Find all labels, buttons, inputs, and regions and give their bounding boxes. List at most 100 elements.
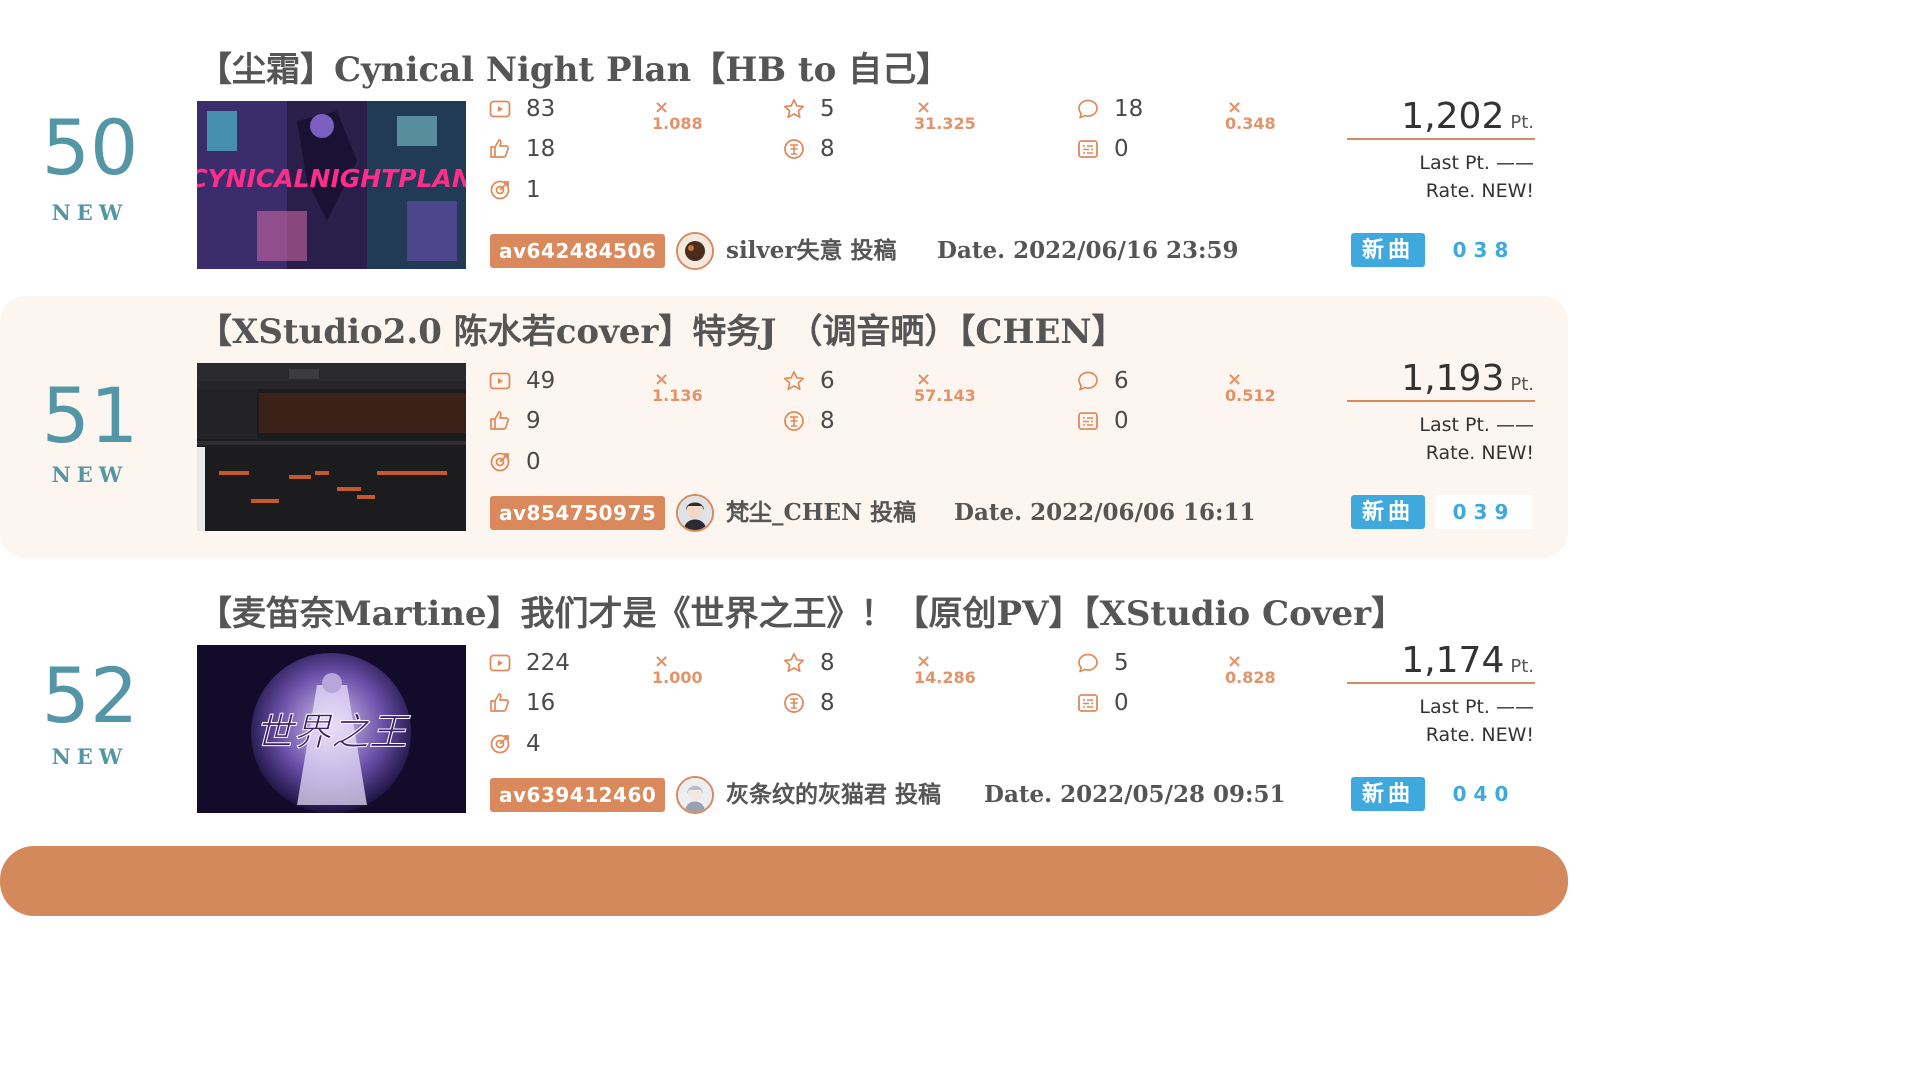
upload-date: Date. 2022/06/16 23:59 <box>937 237 1239 264</box>
comment-icon <box>1076 651 1100 675</box>
uploader-name[interactable]: 梵尘_CHEN 投稿 <box>726 496 916 530</box>
video-thumbnail[interactable] <box>197 363 466 531</box>
video-thumbnail[interactable]: 世界之王 <box>197 645 466 813</box>
shares-value: 1 <box>526 177 541 203</box>
danmaku-value: 0 <box>1114 690 1129 716</box>
coin-icon <box>782 409 806 433</box>
views-value: 83 <box>526 96 556 122</box>
share-icon <box>488 732 512 756</box>
views-stat: 83 <box>488 94 555 124</box>
rank-number: 50 <box>41 103 139 192</box>
shares-stat: 0 <box>488 447 541 477</box>
rank-number: 51 <box>41 371 139 460</box>
favorites-value: 6 <box>820 368 835 394</box>
star-icon <box>782 97 806 121</box>
favorite-multiplier: × 14.286 <box>914 651 976 687</box>
rank-status: NEW <box>51 200 129 225</box>
favorites-stat: 5 <box>782 94 835 124</box>
coin-icon <box>782 137 806 161</box>
share-icon <box>488 178 512 202</box>
points-divider <box>1347 138 1535 140</box>
favorites-stat: 8 <box>782 648 835 678</box>
av-id-tag[interactable]: av639412460 <box>490 778 666 812</box>
new-song-badge: 新曲 <box>1351 495 1425 529</box>
coins-value: 8 <box>820 408 835 434</box>
danmaku-stat: 0 <box>1076 134 1129 164</box>
danmaku-value: 0 <box>1114 408 1129 434</box>
share-icon <box>488 450 512 474</box>
av-id-tag[interactable]: av854750975 <box>490 496 666 530</box>
comments-value: 18 <box>1114 96 1144 122</box>
video-thumbnail[interactable]: CYNICALNIGHTPLAN <box>197 101 466 269</box>
comment-multiplier: × 0.512 <box>1225 369 1276 405</box>
likes-stat: 16 <box>488 688 555 718</box>
points-divider <box>1347 400 1535 402</box>
uploader-avatar[interactable] <box>676 232 714 270</box>
coins-stat: 8 <box>782 134 835 164</box>
favorites-value: 5 <box>820 96 835 122</box>
last-points: Last Pt. —— <box>1419 152 1534 174</box>
comments-value: 5 <box>1114 650 1129 676</box>
favorites-value: 8 <box>820 650 835 676</box>
points-total: 1,193 Pt. <box>1401 358 1534 399</box>
shares-stat: 1 <box>488 175 541 205</box>
play-icon <box>488 651 512 675</box>
comment-icon <box>1076 369 1100 393</box>
thumbnail-text: 世界之王 <box>255 710 411 754</box>
av-id-tag[interactable]: av642484506 <box>490 234 666 268</box>
song-index: 040 <box>1436 777 1532 811</box>
favorite-multiplier: × 31.325 <box>914 97 976 133</box>
thumbnail-text: CYNICALNIGHTPLAN <box>197 164 466 193</box>
coins-stat: 8 <box>782 688 835 718</box>
last-points: Last Pt. —— <box>1419 696 1534 718</box>
song-index: 039 <box>1436 495 1532 529</box>
comments-stat: 6 <box>1076 366 1129 396</box>
video-title[interactable]: 【尘霜】Cynical Night Plan【HB to 自己】 <box>198 48 950 92</box>
uploader-name[interactable]: silver失意 投稿 <box>726 234 897 268</box>
last-points: Last Pt. —— <box>1419 414 1534 436</box>
danmaku-icon <box>1076 691 1100 715</box>
comments-stat: 18 <box>1076 94 1143 124</box>
thumbs-up-icon <box>488 409 512 433</box>
uploader-avatar[interactable] <box>676 776 714 814</box>
play-icon <box>488 369 512 393</box>
uploader-name[interactable]: 灰条纹的灰猫君 投稿 <box>726 778 941 812</box>
ranking-entry: 50 NEW 【尘霜】Cynical Night Plan【HB to 自己】 … <box>0 10 1568 272</box>
points-total: 1,202 Pt. <box>1401 96 1534 137</box>
views-value: 49 <box>526 368 556 394</box>
upload-date: Date. 2022/05/28 09:51 <box>984 781 1286 808</box>
coins-value: 8 <box>820 136 835 162</box>
star-icon <box>782 369 806 393</box>
coins-stat: 8 <box>782 406 835 436</box>
footer-bar <box>0 846 1568 916</box>
likes-stat: 9 <box>488 406 541 436</box>
video-title[interactable]: 【XStudio2.0 陈水若cover】特务J （调音晒）【CHEN】 <box>198 310 1126 354</box>
danmaku-stat: 0 <box>1076 688 1129 718</box>
uploader-avatar[interactable] <box>676 494 714 532</box>
danmaku-value: 0 <box>1114 136 1129 162</box>
ranking-entry: 52 NEW 【麦笛奈Martine】我们才是《世界之王》！【原创PV】【XSt… <box>0 564 1568 826</box>
rank-status: NEW <box>51 462 129 487</box>
song-index: 038 <box>1436 233 1532 267</box>
play-icon <box>488 97 512 121</box>
thumbs-up-icon <box>488 137 512 161</box>
danmaku-icon <box>1076 409 1100 433</box>
favorites-stat: 6 <box>782 366 835 396</box>
comments-stat: 5 <box>1076 648 1129 678</box>
coins-value: 8 <box>820 690 835 716</box>
upload-date: Date. 2022/06/06 16:11 <box>954 499 1256 526</box>
new-song-badge: 新曲 <box>1351 233 1425 267</box>
comment-icon <box>1076 97 1100 121</box>
view-multiplier: × 1.088 <box>652 97 703 133</box>
danmaku-stat: 0 <box>1076 406 1129 436</box>
video-title[interactable]: 【麦笛奈Martine】我们才是《世界之王》！【原创PV】【XStudio Co… <box>198 592 1405 636</box>
view-multiplier: × 1.000 <box>652 651 703 687</box>
shares-value: 0 <box>526 449 541 475</box>
likes-value: 9 <box>526 408 541 434</box>
shares-stat: 4 <box>488 729 541 759</box>
comments-value: 6 <box>1114 368 1129 394</box>
views-value: 224 <box>526 650 570 676</box>
star-icon <box>782 651 806 675</box>
points-total: 1,174 Pt. <box>1401 640 1534 681</box>
danmaku-icon <box>1076 137 1100 161</box>
